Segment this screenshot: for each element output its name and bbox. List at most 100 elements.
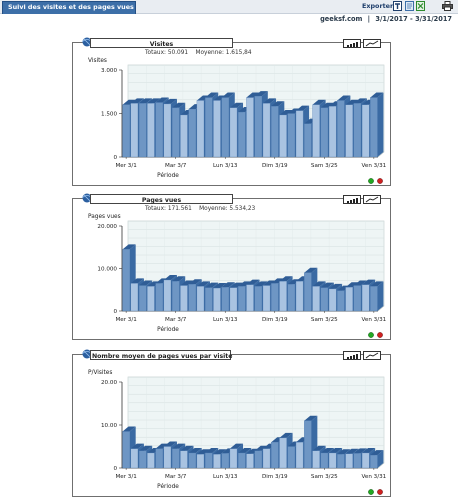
pageviews-bar-front bbox=[328, 288, 337, 312]
pageviews-x-tick-label: Lun 3/13 bbox=[213, 317, 238, 323]
pages-per-visit-bar-front bbox=[155, 448, 163, 469]
line-chart-view-icon[interactable] bbox=[363, 195, 381, 204]
bar-chart-view-glyph bbox=[353, 43, 355, 47]
visits-bar-front bbox=[196, 100, 205, 158]
visits-bar-front bbox=[213, 100, 221, 158]
export-type-icon[interactable] bbox=[393, 1, 402, 11]
visits-y-tick-label: 0 bbox=[113, 155, 117, 161]
visits-bar-front bbox=[370, 97, 378, 158]
line-chart-view-icon[interactable] bbox=[363, 39, 381, 48]
visits-chart-title: Visites bbox=[150, 41, 174, 48]
visits-bar-front bbox=[328, 106, 337, 158]
pages-per-visit-bar-front bbox=[345, 453, 353, 469]
date-range: 3/1/2017 - 3/31/2017 bbox=[375, 15, 452, 23]
site-name: geeksf.com bbox=[320, 15, 363, 23]
pageviews-x-tick-label: Mer 3/1 bbox=[115, 317, 137, 323]
line-chart-view-icon[interactable] bbox=[363, 351, 381, 360]
pages-per-visit-bar-front bbox=[171, 448, 180, 469]
pageviews-bar-front bbox=[171, 281, 180, 312]
pageviews-bar-front bbox=[320, 287, 329, 312]
site-date-range: geeksf.com | 3/1/2017 - 3/31/2017 bbox=[320, 15, 452, 23]
pageviews-y-tick-label: 10.000 bbox=[97, 267, 117, 273]
pages-per-visit-bar-front bbox=[130, 448, 139, 469]
pageviews-bar-front bbox=[221, 287, 229, 312]
visits-x-axis-label: Période bbox=[157, 172, 179, 179]
visits-bar-front bbox=[221, 97, 229, 158]
visits-bar bbox=[370, 92, 384, 158]
pages-per-visit-bar-front bbox=[163, 446, 172, 469]
pages-per-visit-chart-panel: Nombre moyen de pages vues par visite 0 10… bbox=[72, 349, 391, 497]
status-red-icon bbox=[377, 332, 383, 338]
pages-per-visit-x-tick-label: Mar 3/7 bbox=[165, 474, 187, 480]
visits-chart-panel: Visites Totaux: 50.091 Moyenne: 1.615,84 0… bbox=[72, 37, 391, 186]
separator: | bbox=[367, 15, 371, 23]
pages-per-visit-x-tick-label: Mer 3/1 bbox=[115, 474, 137, 480]
pageviews-bar-front bbox=[138, 285, 147, 312]
pageviews-bar-front bbox=[238, 286, 246, 312]
pages-per-visit-bar-front bbox=[238, 452, 246, 469]
pageviews-bar-front bbox=[361, 284, 370, 312]
pageviews-bar-front bbox=[246, 284, 254, 312]
visits-bar-front bbox=[361, 104, 370, 158]
pageviews-x-axis-label: Période bbox=[157, 326, 179, 333]
pages-per-visit-bar-front bbox=[213, 454, 221, 469]
status-green-icon bbox=[368, 178, 374, 184]
pageviews-x-tick-label: Ven 3/31 bbox=[362, 317, 387, 323]
visits-bar-front bbox=[188, 109, 196, 158]
export-pdf-icon[interactable] bbox=[405, 1, 414, 11]
visits-bar-front bbox=[130, 103, 139, 158]
pageviews-bar-front bbox=[279, 281, 287, 312]
pageviews-bar-front bbox=[196, 286, 205, 312]
bar-chart-view-icon[interactable] bbox=[343, 351, 361, 360]
pageviews-y-axis-label: Pages vues bbox=[88, 214, 121, 220]
pages-per-visit-bar-front bbox=[295, 442, 304, 469]
pageviews-bar-front bbox=[337, 290, 345, 312]
pages-per-visit-bar-front bbox=[304, 420, 312, 469]
visits-y-axis-label: Visites bbox=[88, 58, 107, 64]
pages-per-visit-bar-front bbox=[188, 452, 196, 469]
pages-per-visit-bar-front bbox=[320, 452, 329, 469]
pages-per-visit-bar-front bbox=[229, 448, 238, 469]
pages-per-visit-bar-front bbox=[271, 442, 279, 469]
pageviews-bar-front bbox=[304, 272, 312, 312]
pages-per-visit-chart-title: Nombre moyen de pages vues par visite bbox=[92, 353, 232, 360]
pageviews-bar-front bbox=[353, 285, 362, 312]
bar-chart-view-glyph bbox=[353, 199, 355, 203]
pageviews-y-tick-label: 0 bbox=[113, 309, 117, 315]
pageviews-bar-front bbox=[271, 283, 279, 312]
bar-chart-view-icon[interactable] bbox=[343, 39, 361, 48]
pageviews-bar-front bbox=[180, 285, 188, 312]
pageviews-bar-front bbox=[287, 284, 295, 312]
export-button[interactable]: Exporter bbox=[362, 2, 393, 10]
visits-bar-front bbox=[279, 114, 287, 158]
pages-per-visit-bar-front bbox=[262, 448, 271, 469]
print-icon[interactable] bbox=[442, 1, 453, 11]
visits-summary: Totaux: 50.091 Moyenne: 1.615,84 bbox=[144, 50, 252, 56]
visits-bar-front bbox=[312, 104, 320, 158]
bar-chart-view-icon[interactable] bbox=[343, 195, 361, 204]
pages-per-visit-bar-front bbox=[312, 450, 320, 469]
visits-bar-front bbox=[246, 97, 254, 158]
visits-bar-front bbox=[262, 103, 271, 158]
visits-bar-front bbox=[238, 111, 246, 158]
pages-per-visit-bar-front bbox=[361, 452, 370, 469]
visits-bar-front bbox=[205, 97, 213, 158]
bar-chart-view-glyph bbox=[356, 42, 358, 47]
bar-chart-view-glyph bbox=[350, 200, 352, 203]
visits-x-tick-label: Lun 3/13 bbox=[213, 163, 238, 169]
bar-chart-view-glyph bbox=[356, 198, 358, 203]
pageviews-bar-front bbox=[213, 287, 221, 312]
pageviews-bar-front bbox=[229, 287, 238, 312]
pageviews-chart-title: Pages vues bbox=[142, 197, 182, 204]
visits-bar-front bbox=[163, 103, 172, 158]
export-excel-icon[interactable] bbox=[416, 1, 425, 11]
pages-per-visit-bar-front bbox=[328, 452, 337, 469]
bar-chart-view-glyph bbox=[353, 355, 355, 359]
pageviews-bar-front bbox=[188, 284, 196, 312]
visits-y-tick-label: 3.000 bbox=[101, 68, 117, 74]
tab-visits-pageviews[interactable]: Suivi des visites et des pages vues bbox=[2, 1, 136, 14]
bar-chart-view-glyph bbox=[347, 201, 349, 203]
pageviews-bar-front bbox=[205, 287, 213, 312]
pages-per-visit-x-tick-label: Ven 3/31 bbox=[362, 474, 387, 480]
pages-per-visit-y-axis-label: P/Visites bbox=[88, 370, 112, 376]
